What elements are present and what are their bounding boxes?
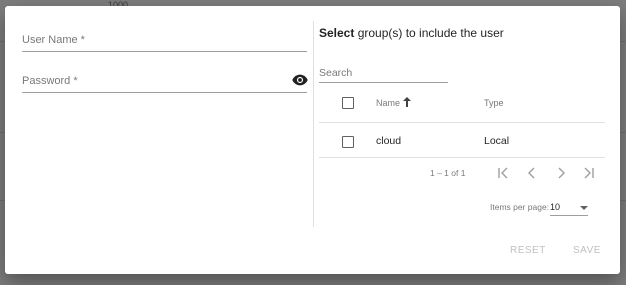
group-type-cell: Local	[484, 135, 510, 147]
sort-up-arrow-icon[interactable]	[403, 97, 411, 107]
table-row-divider	[319, 157, 605, 158]
password-field[interactable]: Password *	[22, 66, 308, 93]
save-button[interactable]: SAVE	[573, 245, 601, 256]
first-page-icon[interactable]	[496, 166, 510, 180]
table-header-divider	[319, 122, 605, 123]
search-placeholder: Search	[319, 67, 353, 79]
group-name-cell: cloud	[376, 135, 402, 147]
heading-rest: group(s) to include the user	[354, 26, 504, 40]
column-header-type: Type	[484, 98, 504, 108]
paginator-range-label: 1 – 1 of 1	[430, 168, 466, 178]
add-user-dialog: User Name * Password * Select group(s) t…	[5, 6, 620, 274]
column-header-name[interactable]: Name	[376, 98, 400, 108]
row-checkbox[interactable]	[342, 136, 354, 148]
page-size-value: 10	[550, 202, 561, 212]
group-selection-panel: Select group(s) to include the user Sear…	[319, 6, 619, 274]
heading-bold-word: Select	[319, 26, 355, 40]
previous-page-icon[interactable]	[525, 166, 539, 180]
reset-button[interactable]: RESET	[510, 245, 546, 256]
group-search-input[interactable]: Search	[319, 62, 448, 83]
username-field[interactable]: User Name *	[22, 25, 307, 52]
items-per-page-label: Items per page:	[490, 202, 550, 212]
select-all-checkbox[interactable]	[342, 97, 354, 109]
password-placeholder: Password *	[22, 75, 78, 87]
group-selection-heading: Select group(s) to include the user	[319, 26, 504, 40]
username-placeholder: User Name *	[22, 34, 85, 46]
column-divider	[313, 21, 314, 227]
last-page-icon[interactable]	[582, 166, 596, 180]
visibility-eye-icon[interactable]	[292, 74, 308, 86]
page-size-select[interactable]: 10	[550, 201, 588, 216]
column-header-name-label: Name	[376, 98, 401, 108]
dropdown-caret-icon	[580, 206, 588, 210]
next-page-icon[interactable]	[554, 166, 568, 180]
